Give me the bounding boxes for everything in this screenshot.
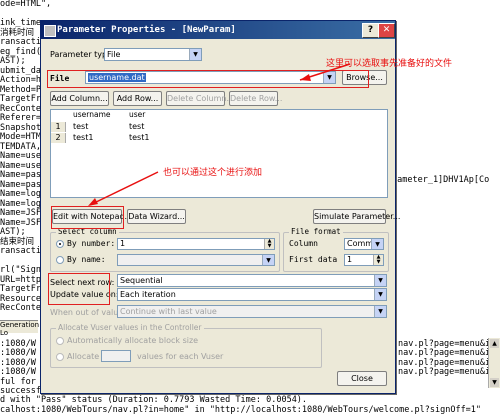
file-format-group: File format Column Comma ▼ First data 1 … xyxy=(283,227,389,272)
allocate-label: Allocate xyxy=(67,352,100,361)
log-line-right: nav.pl?page=menu&in= xyxy=(398,367,500,378)
close-icon[interactable]: ✕ xyxy=(378,23,395,38)
by-number-value: 1 xyxy=(120,239,126,248)
simulate-parameter-button[interactable]: Simulate Parameter... xyxy=(313,209,400,224)
editor-line: Action=h xyxy=(0,75,41,85)
editor-line: ode=HTML", xyxy=(0,0,52,9)
param-type-value: File xyxy=(107,50,121,59)
column-label: Column xyxy=(289,239,318,248)
spinner-icon[interactable]: ▲ ▼ xyxy=(264,239,274,249)
editor-line: Name=log xyxy=(0,189,41,199)
allocate-input xyxy=(101,350,131,362)
editor-line: TargetFr xyxy=(0,94,41,104)
chevron-down-icon[interactable]: ▼ xyxy=(371,239,383,249)
add-row-button[interactable]: Add Row... xyxy=(113,91,162,106)
editor-line: Name=use xyxy=(0,151,41,161)
cell[interactable]: test xyxy=(129,122,144,132)
param-type-select[interactable]: File ▼ xyxy=(104,48,202,61)
by-number-input[interactable]: 1 ▲ ▼ xyxy=(117,238,275,250)
editor-line: ransacti xyxy=(0,37,41,47)
dialog-title: Parameter Properties - [NewParam] xyxy=(57,25,236,35)
allocate-group: Allocate Vuser values in the Controller … xyxy=(50,323,322,368)
dialog-titlebar[interactable]: Parameter Properties - [NewParam] ? ✕ xyxy=(41,21,395,39)
spinner-icon[interactable]: ▲ ▼ xyxy=(373,255,383,265)
select-column-group: Select column By number: 1 ▲ ▼ By name: ▼ xyxy=(50,227,280,272)
file-highlight xyxy=(47,70,369,88)
table-row[interactable]: 2 test1 test1 xyxy=(51,133,387,143)
chevron-down-icon: ▼ xyxy=(374,306,386,317)
editor-right-text: rameter_1]DHV1Ap[Co xyxy=(392,175,490,185)
by-name-label: By name: xyxy=(67,255,106,264)
chevron-down-icon[interactable]: ▼ xyxy=(374,289,386,300)
cell[interactable]: test1 xyxy=(129,133,149,143)
data-wizard-button[interactable]: Data Wizard... xyxy=(127,209,186,224)
data-grid[interactable]: username user 1 test test 2 test1 test1 xyxy=(50,109,388,198)
editor-line: Name=pas xyxy=(0,170,41,180)
first-data-value: 1 xyxy=(347,255,353,264)
auto-allocate-radio xyxy=(56,337,64,345)
allocate-title: Allocate Vuser values in the Controller xyxy=(56,323,204,332)
app-icon xyxy=(44,25,56,37)
cell[interactable]: test xyxy=(73,122,88,132)
editor-line: Mode=HTM xyxy=(0,132,41,142)
allocate-radio xyxy=(56,353,64,361)
editor-line: AST); xyxy=(0,56,26,66)
generation-log-tab[interactable]: Generation Lo xyxy=(0,320,39,337)
annotation-top: 这里可以选取事先准备好的文件 xyxy=(326,59,453,69)
help-button[interactable]: ? xyxy=(362,23,379,38)
editor-line: Referer= xyxy=(0,113,41,123)
grid-header-user: user xyxy=(129,110,146,119)
update-value-on-value: Each iteration xyxy=(120,290,176,299)
editor-line: RecConte xyxy=(0,303,41,313)
chevron-down-icon[interactable]: ▼ xyxy=(374,275,386,286)
file-format-title: File format xyxy=(289,227,343,236)
editor-line: rl("Sign xyxy=(0,265,41,275)
close-button[interactable]: Close xyxy=(337,371,387,386)
by-number-label: By number: xyxy=(67,239,116,248)
table-row[interactable]: 1 test test xyxy=(51,122,387,132)
editor-line: Name=JSF xyxy=(0,208,41,218)
scroll-down-icon[interactable]: ▼ xyxy=(490,378,499,387)
annotation-middle: 也可以通过这个进行添加 xyxy=(163,168,263,178)
grid-header-username: username xyxy=(73,110,111,119)
notepad-highlight xyxy=(51,206,124,229)
log-line: calhost:1080/WebTours/nav.pl?in=home" in… xyxy=(0,404,482,415)
editor-line: AST); xyxy=(0,227,26,237)
chevron-down-icon[interactable]: ▼ xyxy=(262,255,274,265)
first-data-input[interactable]: 1 ▲ ▼ xyxy=(344,254,384,266)
by-name-select[interactable]: ▼ xyxy=(117,254,275,266)
when-out-of-values-select: Continue with last value ▼ xyxy=(117,305,387,318)
row-options-highlight xyxy=(48,273,110,305)
delete-column-button: Delete Column... xyxy=(166,91,234,106)
select-next-row-value: Sequential xyxy=(120,276,163,285)
row-number: 2 xyxy=(51,133,66,143)
chevron-down-icon[interactable]: ▼ xyxy=(189,49,201,60)
editor-line: ink_time xyxy=(0,18,41,28)
cell[interactable]: test1 xyxy=(73,133,93,143)
editor-line: TargetFr xyxy=(0,284,41,294)
add-column-button[interactable]: Add Column... xyxy=(50,91,109,106)
select-next-row-select[interactable]: Sequential ▼ xyxy=(117,274,387,287)
scroll-up-icon[interactable]: ▲ xyxy=(490,339,499,348)
row-number: 1 xyxy=(51,122,66,132)
column-select[interactable]: Comma ▼ xyxy=(344,238,384,250)
by-number-radio[interactable] xyxy=(56,240,64,248)
when-out-of-values-value: Continue with last value xyxy=(120,307,217,316)
delete-row-button: Delete Row... xyxy=(229,91,282,106)
values-for-each-label: values for each Vuser xyxy=(137,352,224,361)
first-data-label: First data xyxy=(289,255,338,264)
log-scrollbar[interactable]: ▲ ▼ xyxy=(488,338,500,388)
auto-allocate-label: Automatically allocate block size xyxy=(67,336,199,345)
parameter-properties-dialog: Parameter Properties - [NewParam] ? ✕ Pa… xyxy=(40,20,400,394)
by-name-radio[interactable] xyxy=(56,256,64,264)
update-value-on-select[interactable]: Each iteration ▼ xyxy=(117,288,387,301)
editor-line: ransacti xyxy=(0,246,41,256)
